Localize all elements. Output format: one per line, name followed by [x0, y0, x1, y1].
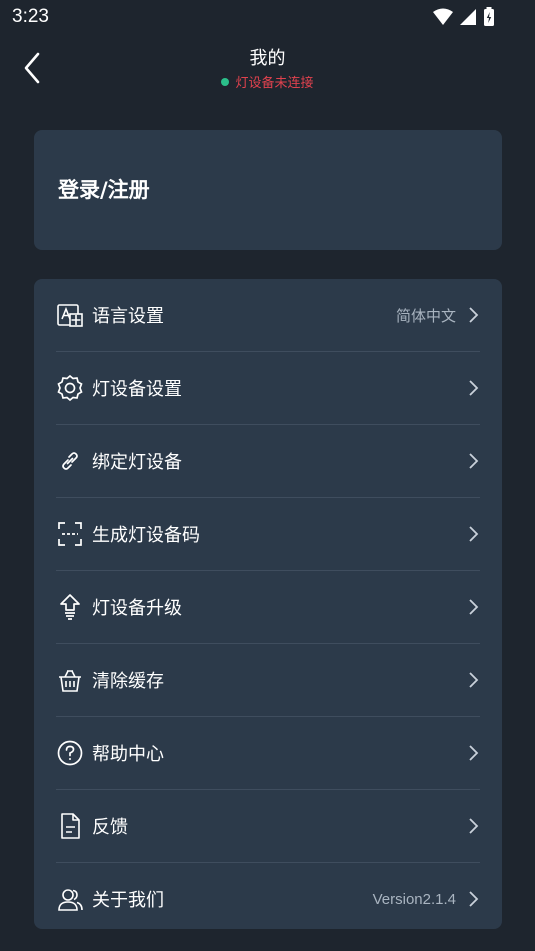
chevron-right-icon — [466, 378, 480, 398]
users-icon — [56, 885, 84, 913]
document-icon — [56, 812, 84, 840]
menu-item-value: 简体中文 — [395, 307, 456, 325]
menu-item-device-upgrade[interactable]: 灯设备升级 — [56, 571, 480, 644]
menu-item-label: 清除缓存 — [92, 671, 164, 692]
menu-item-label: 灯设备设置 — [92, 379, 182, 400]
menu-item-generate-code[interactable]: 生成灯设备码 — [56, 498, 480, 571]
menu-item-bind-device[interactable]: 绑定灯设备 — [56, 425, 480, 498]
menu-item-label: 帮助中心 — [92, 744, 164, 765]
page-title: 我的 — [249, 48, 286, 69]
menu-item-label: 灯设备升级 — [92, 598, 182, 619]
chevron-right-icon — [466, 670, 480, 690]
language-icon — [56, 301, 84, 329]
menu-item-label: 反馈 — [92, 817, 128, 838]
menu-item-value: Version2.1.4 — [372, 890, 456, 908]
menu-item-language[interactable]: 语言设置 简体中文 — [56, 279, 480, 352]
connection-status-text: 灯设备未连接 — [235, 76, 314, 91]
header: 我的 灯设备未连接 — [0, 36, 535, 104]
scan-frame-icon — [56, 520, 84, 548]
battery-icon — [483, 7, 495, 27]
upgrade-icon — [56, 593, 84, 621]
status-bar: 3:23 — [0, 0, 535, 36]
help-circle-icon — [56, 739, 84, 767]
signal-icon — [459, 8, 477, 26]
menu-item-clear-cache[interactable]: 清除缓存 — [56, 644, 480, 717]
link-icon — [56, 447, 84, 475]
menu-item-label: 生成灯设备码 — [92, 525, 200, 546]
status-time: 3:23 — [12, 6, 49, 27]
connection-status: 灯设备未连接 — [0, 72, 535, 91]
login-register-label: 登录/注册 — [58, 178, 150, 202]
menu-item-label: 绑定灯设备 — [92, 452, 182, 473]
login-card[interactable]: 登录/注册 — [34, 130, 502, 250]
menu-item-label: 语言设置 — [92, 306, 164, 327]
menu-item-device-settings[interactable]: 灯设备设置 — [56, 352, 480, 425]
menu-item-help-center[interactable]: 帮助中心 — [56, 717, 480, 790]
chevron-right-icon — [466, 816, 480, 836]
menu-item-about-us[interactable]: 关于我们 Version2.1.4 — [56, 863, 480, 929]
chevron-right-icon — [466, 597, 480, 617]
status-icons — [433, 7, 495, 27]
gear-icon — [56, 374, 84, 402]
chevron-right-icon — [466, 743, 480, 763]
chevron-right-icon — [466, 889, 480, 909]
basket-icon — [56, 666, 84, 694]
status-dot — [221, 77, 230, 86]
chevron-right-icon — [466, 305, 480, 325]
chevron-right-icon — [466, 451, 480, 471]
chevron-right-icon — [466, 524, 480, 544]
menu-item-label: 关于我们 — [92, 890, 164, 911]
menu-item-feedback[interactable]: 反馈 — [56, 790, 480, 863]
settings-menu: 语言设置 简体中文 灯设备设置 绑定灯设备 生成灯设备码 灯设备升级 清除缓存 … — [34, 279, 502, 929]
wifi-icon — [433, 8, 453, 26]
